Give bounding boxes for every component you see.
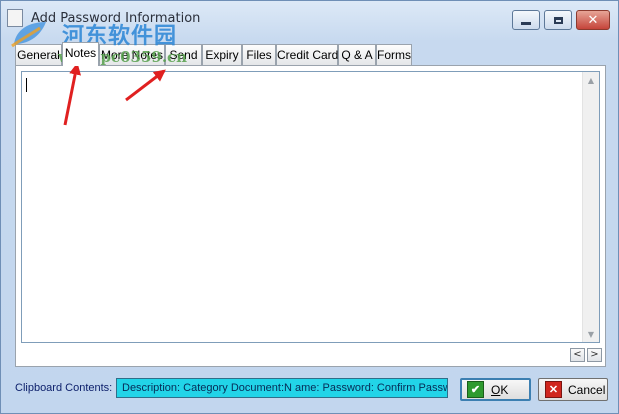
cancel-button-label: Cancel [568, 382, 606, 397]
scroll-up-icon[interactable]: ▲ [583, 72, 599, 88]
scroll-down-icon[interactable]: ▼ [583, 326, 599, 342]
tab-expiry[interactable]: Expiry [202, 44, 242, 65]
leaf-logo [11, 22, 46, 48]
text-caret [26, 78, 27, 92]
maximize-button[interactable] [544, 10, 572, 30]
close-icon: ✕ [587, 12, 599, 28]
dialog-window: Add Password Information ✕ General Notes… [0, 0, 619, 414]
minimize-button[interactable] [512, 10, 540, 30]
cancel-button[interactable]: ✕ Cancel [538, 378, 608, 401]
ok-accelerator: O [491, 382, 501, 397]
vertical-scrollbar[interactable]: ▲ ▼ [582, 72, 599, 342]
clipboard-contents-field[interactable]: Description: Category Document:N ame: Pa… [116, 378, 448, 398]
checkmark-icon: ✔ [467, 381, 484, 398]
tab-q-and-a[interactable]: Q & A [338, 44, 376, 65]
tab-files[interactable]: Files [242, 44, 276, 65]
tab-credit-card[interactable]: Credit Card [276, 44, 338, 65]
close-button[interactable]: ✕ [576, 10, 610, 30]
notes-textarea[interactable]: ▲ ▼ [21, 71, 600, 343]
notes-panel: ▲ ▼ < > [15, 65, 606, 367]
minimize-icon [521, 21, 531, 25]
ok-label-rest: K [500, 382, 509, 397]
tab-forms[interactable]: Forms [376, 44, 412, 65]
tab-notes[interactable]: Notes [62, 42, 99, 66]
tab-scroll-left-button[interactable]: < [570, 348, 585, 362]
maximize-icon [553, 16, 563, 24]
clipboard-label: Clipboard Contents: [15, 382, 113, 394]
tab-scroll-right-button[interactable]: > [587, 348, 602, 362]
ok-button-label: OK [491, 383, 508, 397]
ok-button[interactable]: ✔ OK [460, 378, 531, 401]
cancel-x-icon: ✕ [545, 381, 562, 398]
